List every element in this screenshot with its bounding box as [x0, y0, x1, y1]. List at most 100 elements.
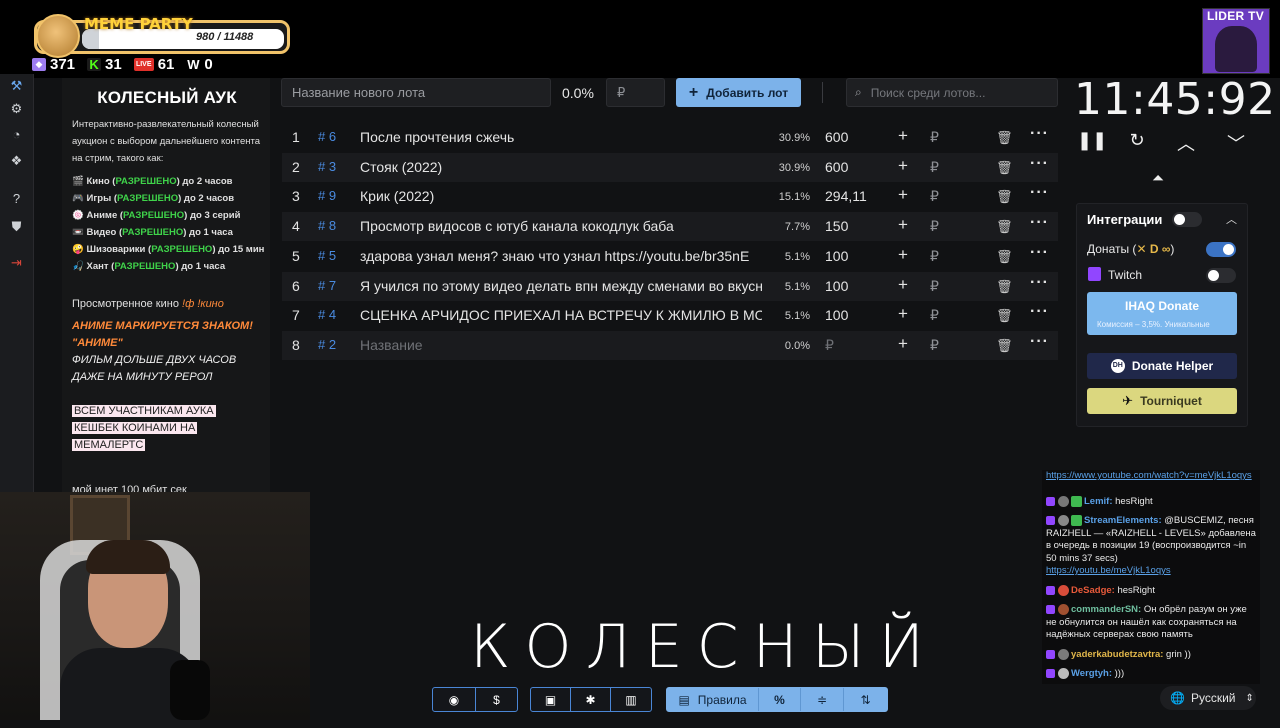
table-row: 1 # 6 После прочтения сжечь 30.9% 600 + ₽ 🗑 ··· — [282, 123, 1058, 152]
sort-icon[interactable]: ⇅ — [844, 688, 887, 711]
new-lot-name-input[interactable]: Название нового лота — [281, 78, 551, 107]
lot-amount[interactable]: 600 — [825, 129, 848, 145]
globe-icon: 🌐 — [1170, 691, 1185, 705]
lot-percent: 5.1% — [784, 310, 810, 323]
donations-toggle[interactable] — [1206, 242, 1236, 257]
chevron-down-icon[interactable]: ﹀ — [1226, 130, 1246, 156]
plus-icon[interactable]: + — [898, 156, 908, 176]
trash-icon[interactable]: 🗑 — [996, 279, 1013, 295]
chevron-up-icon[interactable]: ︿ — [1226, 211, 1237, 227]
trash-icon[interactable]: 🗑 — [996, 308, 1013, 324]
pie-chart-icon[interactable]: ◔ — [9, 127, 24, 142]
language-select[interactable]: 🌐 Русский ⇕ — [1160, 686, 1256, 710]
ruble-icon[interactable]: ₽ — [930, 129, 939, 146]
more-icon[interactable]: ··· — [1030, 155, 1049, 173]
more-icon[interactable]: ··· — [1030, 244, 1049, 262]
layers-icon[interactable]: ❖ — [9, 153, 24, 168]
ruble-icon[interactable]: ₽ — [930, 248, 939, 265]
lot-name[interactable]: Просмотр видосов с ютуб канала кокодлук … — [360, 218, 762, 234]
lot-amount[interactable]: ₽ — [825, 337, 834, 354]
table-row: 8 # 2 Название 0.0% ₽ + ₽ 🗑 ··· — [282, 330, 1058, 360]
more-icon[interactable]: ··· — [1030, 125, 1049, 143]
hammer-icon[interactable]: ⚒ — [9, 78, 24, 93]
logout-icon[interactable]: ⇥ — [9, 255, 24, 270]
lot-amount[interactable]: 100 — [825, 278, 848, 294]
shield-icon[interactable]: ⛊ — [9, 219, 24, 234]
donate-helper-button[interactable]: DH Donate Helper — [1087, 353, 1237, 379]
ruble-icon[interactable]: ₽ — [930, 218, 939, 235]
live-value: 61 — [157, 56, 175, 73]
table-row: 5 # 5 здарова узнал меня? знаю что узнал h… — [282, 242, 1058, 271]
more-icon[interactable]: ··· — [1030, 214, 1049, 232]
list-item: 🎣 Хант (РАЗРЕШЕНО) до 1 часа — [72, 261, 226, 272]
ruble-icon[interactable]: ₽ — [930, 188, 939, 205]
rules-button[interactable]: ▤ Правила — [667, 688, 759, 711]
collapse-icon[interactable]: ⏶ — [1152, 170, 1164, 187]
more-icon[interactable]: ··· — [1030, 303, 1049, 321]
github-icon[interactable]: ◉ — [433, 688, 476, 711]
lot-name[interactable]: Крик (2022) — [360, 188, 762, 204]
plus-icon[interactable]: + — [898, 126, 908, 146]
lot-name[interactable]: Я учился по этому видео делать впн между… — [360, 278, 762, 294]
ruble-icon[interactable]: ₽ — [930, 278, 939, 295]
plus-icon[interactable]: + — [898, 334, 908, 354]
points-stat: ◆ 371 — [32, 56, 75, 73]
trash-icon[interactable]: 🗑 — [996, 130, 1013, 146]
ruble-icon[interactable]: ₽ — [930, 307, 939, 324]
chat-message: Wergtyh: ))) — [1046, 668, 1258, 681]
split-icon[interactable]: ≑ — [801, 688, 844, 711]
plus-icon[interactable]: + — [898, 275, 908, 295]
percent-icon[interactable]: % — [759, 688, 801, 711]
ruble-icon[interactable]: ₽ — [930, 159, 939, 176]
dollar-icon[interactable]: $ — [476, 688, 517, 711]
ruble-icon[interactable]: ₽ — [930, 337, 939, 354]
film-icon: 🎬 — [72, 176, 84, 187]
plus-icon[interactable]: + — [898, 185, 908, 205]
lot-id: # 6 — [318, 129, 337, 144]
integrations-toggle[interactable] — [1172, 212, 1202, 227]
lot-name[interactable]: Название — [360, 337, 762, 353]
lot-amount[interactable]: 294,11 — [825, 188, 867, 204]
lot-name[interactable]: здарова узнал меня? знаю что узнал https… — [360, 248, 762, 264]
help-icon[interactable]: ? — [9, 191, 24, 206]
pause-icon[interactable]: ❚❚ — [1077, 130, 1107, 151]
watched-films: Просмотренное кино !ф !кино — [72, 298, 224, 310]
lot-name[interactable]: После прочтения сжечь — [360, 129, 762, 145]
lot-name[interactable]: Стояк (2022) — [360, 159, 762, 175]
plus-icon[interactable]: + — [898, 215, 908, 235]
save-icon[interactable]: ▣ — [531, 688, 571, 711]
lot-amount[interactable]: 150 — [825, 218, 848, 234]
trash-icon[interactable]: 🗑 — [996, 219, 1013, 235]
live-stat: LIVE 61 — [133, 56, 175, 73]
chat-link[interactable]: https://www.youtube.com/watch?v=meVjkL1o… — [1046, 470, 1252, 481]
more-icon[interactable]: ··· — [1030, 333, 1049, 351]
lot-amount[interactable]: 100 — [825, 248, 848, 264]
table-row: 2 # 3 Стояк (2022) 30.9% 600 + ₽ 🗑 ··· — [282, 152, 1058, 182]
reset-icon[interactable]: ↻ — [1127, 130, 1147, 151]
trash-icon[interactable]: 🗑 — [996, 249, 1013, 265]
trash-icon[interactable]: 🗑 — [996, 189, 1013, 205]
more-icon[interactable]: ··· — [1030, 184, 1049, 202]
lot-amount[interactable]: 100 — [825, 307, 848, 323]
lot-name[interactable]: СЦЕНКА АРЧИДОС ПРИЕХАЛ НА ВСТРЕЧУ К ЖМИЛ… — [360, 307, 762, 323]
chevron-up-icon[interactable]: ︿ — [1176, 130, 1196, 156]
lot-amount[interactable]: 600 — [825, 159, 848, 175]
tourniquet-button[interactable]: ✈ Tourniquet — [1087, 388, 1237, 414]
new-lot-amount-input[interactable]: ₽ — [606, 78, 665, 107]
fishing-icon: 🎣 — [72, 261, 84, 272]
plus-icon[interactable]: + — [898, 245, 908, 265]
trash-icon[interactable]: 🗑 — [996, 160, 1013, 176]
lot-search-input[interactable]: ⌕ Поиск среди лотов... — [846, 78, 1058, 107]
trash-icon[interactable]: 🗑 — [996, 338, 1013, 354]
plus-icon[interactable]: + — [898, 304, 908, 324]
gear-icon[interactable]: ⚙ — [9, 101, 24, 116]
table-row: 4 # 8 Просмотр видосов с ютуб канала кокод… — [282, 212, 1058, 242]
twitch-toggle[interactable] — [1206, 268, 1236, 283]
add-lot-button[interactable]: + Добавить лот — [676, 78, 801, 107]
trash-all-icon[interactable]: ▥ — [611, 688, 651, 711]
more-icon[interactable]: ··· — [1030, 274, 1049, 292]
bug-icon[interactable]: ✱ — [571, 688, 611, 711]
search-placeholder: Поиск среди лотов... — [870, 85, 986, 100]
allowed-list: 🎬 Кино (РАЗРЕШЕНО) до 2 часов 🎮 Игры (РА… — [72, 173, 264, 275]
kick-value: 31 — [105, 56, 122, 73]
